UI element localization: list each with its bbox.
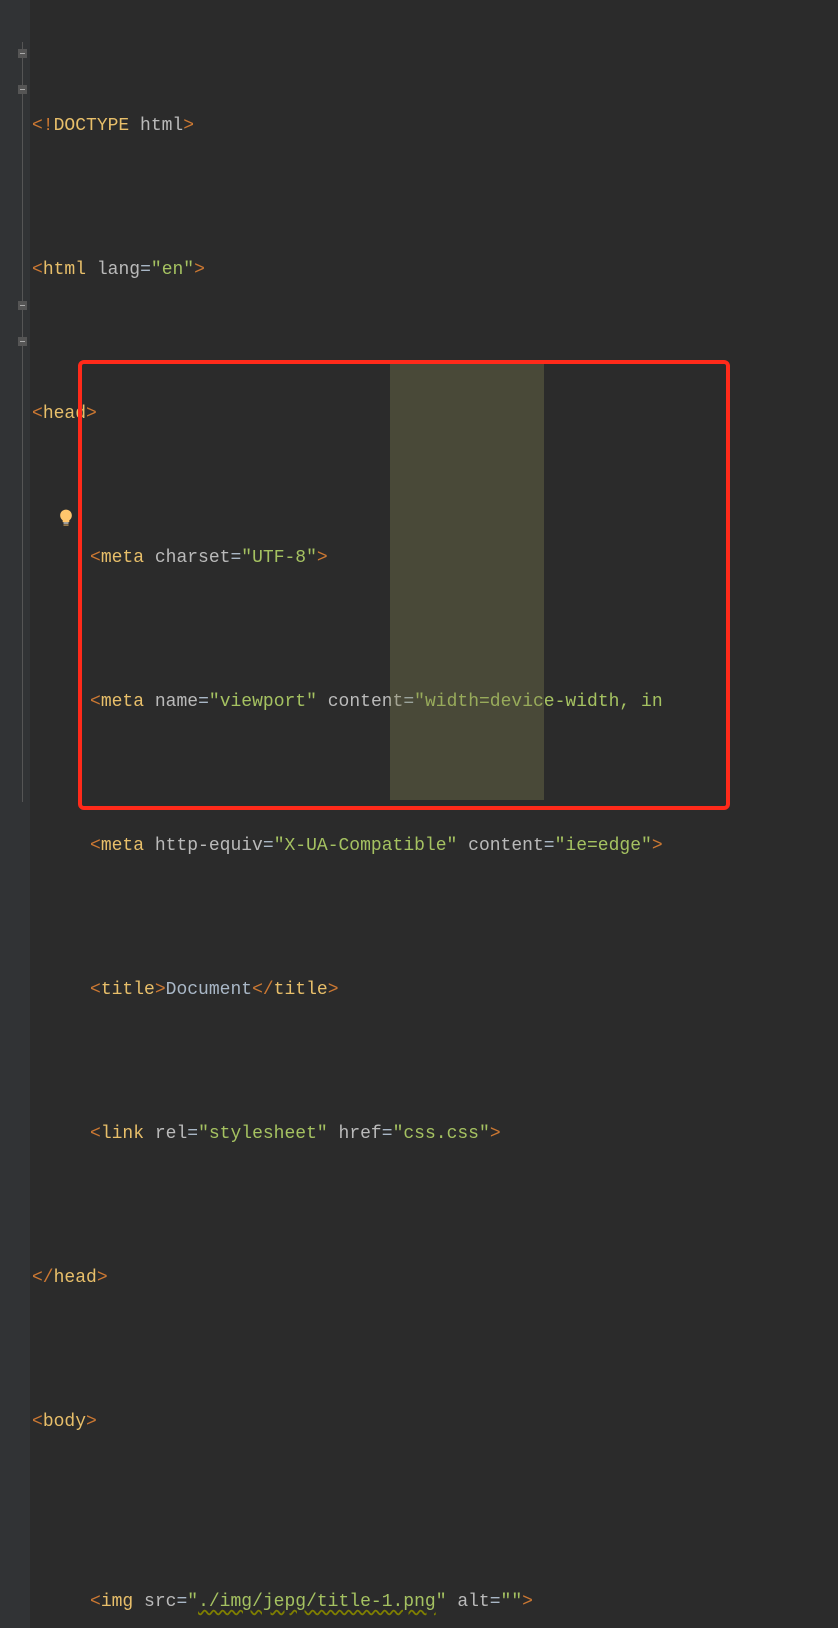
tag-meta: meta	[101, 548, 144, 568]
tag-head-close: head	[54, 1268, 97, 1288]
code-line[interactable]: <link rel="stylesheet" href="css.css">	[30, 1116, 838, 1152]
val-charset: UTF-8	[252, 548, 306, 568]
code-line[interactable]: <meta http-equiv="X-UA-Compatible" conte…	[30, 828, 838, 864]
val-ie: ie=edge	[565, 836, 641, 856]
tag-meta: meta	[101, 836, 144, 856]
val-rel: stylesheet	[209, 1124, 317, 1144]
code-area[interactable]: <!DOCTYPE html> <html lang="en"> <head> …	[0, 0, 838, 1628]
attr-src: src	[144, 1592, 176, 1612]
tag-html: html	[43, 260, 86, 280]
val-src: ./img/jepg/title-1.png	[198, 1592, 436, 1612]
tag-meta: meta	[101, 692, 144, 712]
code-line[interactable]: <head>	[30, 396, 838, 432]
code-line[interactable]: <!DOCTYPE html>	[30, 108, 838, 144]
code-line[interactable]: <html lang="en">	[30, 252, 838, 288]
attr-lang: lang	[97, 260, 140, 280]
val-httpequiv: X-UA-Compatible	[285, 836, 447, 856]
attr-httpequiv: http-equiv	[155, 836, 263, 856]
attr-alt: alt	[457, 1592, 489, 1612]
code-line[interactable]: </head>	[30, 1260, 838, 1296]
tag-body: body	[43, 1412, 86, 1432]
code-line[interactable]: <title>Document</title>	[30, 972, 838, 1008]
lightbulb-icon[interactable]	[56, 506, 76, 530]
tag-title-close: title	[274, 980, 328, 1000]
attr-charset: charset	[155, 548, 231, 568]
val-viewport-content: width=device-width, in	[425, 692, 663, 712]
code-line[interactable]: <meta charset="UTF-8">	[30, 540, 838, 576]
attr-content: content	[468, 836, 544, 856]
tag-title: title	[101, 980, 155, 1000]
attr-name: name	[155, 692, 198, 712]
val-href: css.css	[403, 1124, 479, 1144]
tag-img: img	[101, 1592, 133, 1612]
code-editor[interactable]: <!DOCTYPE html> <html lang="en"> <head> …	[0, 0, 838, 1628]
attr-content: content	[328, 692, 404, 712]
title-text: Document	[166, 980, 252, 1000]
attr-href: href	[339, 1124, 382, 1144]
tag-head: head	[43, 404, 86, 424]
val-viewport: viewport	[220, 692, 306, 712]
tag-link: link	[101, 1124, 144, 1144]
attr-rel: rel	[155, 1124, 187, 1144]
val-lang: en	[162, 260, 184, 280]
code-line[interactable]: <body>	[30, 1404, 838, 1440]
code-line[interactable]: <meta name="viewport" content="width=dev…	[30, 684, 838, 720]
code-line-img[interactable]: <img src="./img/jepg/title-1.png" alt=""…	[30, 1584, 838, 1620]
